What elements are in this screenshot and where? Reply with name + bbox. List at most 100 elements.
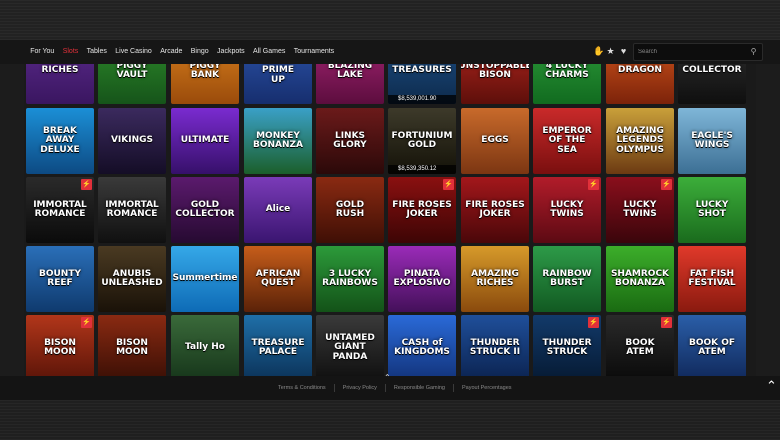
game-tile[interactable]: LUCKY TWINS ⚡ bbox=[606, 177, 674, 243]
main-nav: For You Slots Tables Live Casino Arcade Bingo… bbox=[26, 40, 338, 64]
game-tile[interactable]: THUNDER STRUCK II bbox=[461, 315, 529, 376]
game-tile[interactable]: EMPEROR OF THE SEA bbox=[533, 108, 601, 174]
game-tile[interactable]: FAT FISH FESTIVAL bbox=[678, 246, 746, 312]
nav-item-jackpots[interactable]: Jackpots bbox=[213, 40, 249, 64]
game-tile[interactable]: FIRE ROSES JOKER bbox=[461, 177, 529, 243]
game-tile[interactable]: IMMORTAL ROMANCE bbox=[98, 177, 166, 243]
game-title: 4 LUCKY CHARMS bbox=[545, 64, 589, 80]
game-title: BOUNTY REEF bbox=[38, 268, 81, 288]
footer: ⌃ Terms & Conditions Privacy Policy Respon… bbox=[0, 373, 780, 400]
game-tile[interactable]: RAINBOW BURST bbox=[533, 246, 601, 312]
game-tile[interactable]: TREASURES $8,539,001.90 bbox=[388, 64, 456, 104]
footer-link[interactable]: Privacy Policy bbox=[333, 384, 385, 392]
game-title: TREASURES bbox=[392, 65, 452, 76]
game-title: UNSTOPPABLE BISON bbox=[461, 64, 529, 80]
heart-icon[interactable]: ♥ bbox=[619, 45, 628, 57]
nav-item-live-casino[interactable]: Live Casino bbox=[111, 40, 156, 64]
game-title: THUNDER STRUCK II bbox=[469, 337, 521, 357]
game-tile[interactable]: PIGGY VAULT bbox=[98, 64, 166, 104]
game-title: AMAZING LEGENDS OLYMPUS bbox=[616, 125, 664, 155]
game-tile[interactable]: LUCKY SHOT bbox=[678, 177, 746, 243]
nav-item-arcade[interactable]: Arcade bbox=[156, 40, 187, 64]
game-title: FORTUNIUM GOLD bbox=[391, 130, 453, 150]
game-tile[interactable]: DRAGON bbox=[606, 64, 674, 104]
game-title: PINATA EXPLOSIVO bbox=[393, 268, 451, 288]
game-tile[interactable]: Tally Ho bbox=[171, 315, 239, 376]
game-title: MONKEY BONANZA bbox=[252, 130, 304, 150]
game-tile[interactable]: GOLD RUSH bbox=[316, 177, 384, 243]
game-title: UNTAMED GIANT PANDA bbox=[325, 332, 375, 362]
game-tile[interactable]: Summertime bbox=[171, 246, 239, 312]
game-title: IMMORTAL ROMANCE bbox=[33, 199, 87, 219]
nav-item-tables[interactable]: Tables bbox=[82, 40, 111, 64]
game-title: FIRE ROSES JOKER bbox=[465, 199, 525, 219]
game-tile[interactable]: AMAZING LEGENDS OLYMPUS bbox=[606, 108, 674, 174]
nav-item-bingo[interactable]: Bingo bbox=[187, 40, 213, 64]
collapse-chevron-icon[interactable]: ⌃ bbox=[384, 373, 391, 382]
game-tile[interactable]: VIKINGS bbox=[98, 108, 166, 174]
game-tile[interactable]: IMMORTAL ROMANCE ⚡ bbox=[26, 177, 94, 243]
game-tile[interactable]: UNSTOPPABLE BISON bbox=[461, 64, 529, 104]
footer-link[interactable]: Responsible Gaming bbox=[384, 384, 453, 392]
game-title: ANUBIS UNLEASHED bbox=[101, 268, 163, 288]
hand-icon[interactable]: ✋ bbox=[593, 45, 604, 57]
game-tile[interactable]: UNTAMED GIANT PANDA bbox=[316, 315, 384, 376]
game-title: BISON MOON bbox=[44, 337, 76, 357]
game-tile[interactable]: TREASURE PALACE bbox=[244, 315, 312, 376]
game-tile[interactable]: COLLECTOR bbox=[678, 64, 746, 104]
star-icon[interactable]: ★ bbox=[606, 45, 615, 57]
game-tile[interactable]: BISON MOON ⚡ bbox=[26, 315, 94, 376]
game-title: BISON MOON bbox=[116, 337, 148, 357]
game-tile[interactable]: THUNDER STRUCK ⚡ bbox=[533, 315, 601, 376]
game-tile[interactable]: BOUNTY REEF bbox=[26, 246, 94, 312]
game-title: WOLF PRIME UP bbox=[262, 64, 294, 85]
game-tile[interactable]: AFRICAN QUEST bbox=[244, 246, 312, 312]
footer-link[interactable]: Terms & Conditions bbox=[270, 384, 334, 392]
game-tile[interactable]: LUCKY TWINS ⚡ bbox=[533, 177, 601, 243]
scroll-top-chevron-icon[interactable]: ⌃ bbox=[766, 378, 777, 394]
game-title: Alice bbox=[265, 204, 291, 215]
game-title: SHAMROCK BONANZA bbox=[610, 268, 670, 288]
game-tile[interactable]: BLAZING LAKE bbox=[316, 64, 384, 104]
game-tile[interactable]: BREAK AWAY DELUXE bbox=[26, 108, 94, 174]
game-tile[interactable]: RICHES bbox=[26, 64, 94, 104]
game-tile[interactable]: 4 LUCKY CHARMS bbox=[533, 64, 601, 104]
game-tile[interactable]: ANUBIS UNLEASHED bbox=[98, 246, 166, 312]
search-box: ⚲ bbox=[633, 43, 763, 61]
game-tile[interactable]: SHAMROCK BONANZA bbox=[606, 246, 674, 312]
game-title: 3 LUCKY RAINBOWS bbox=[322, 268, 378, 288]
game-tile[interactable]: BOOK OF ATEM bbox=[678, 315, 746, 376]
game-tile[interactable]: ULTIMATE bbox=[171, 108, 239, 174]
nav-item-slots[interactable]: Slots bbox=[59, 40, 83, 64]
nav-item-for-you[interactable]: For You bbox=[26, 40, 59, 64]
game-title: LUCKY TWINS bbox=[550, 199, 584, 219]
footer-link[interactable]: Payout Percentages bbox=[452, 384, 520, 392]
game-tile[interactable]: CASH of KINGDOMS bbox=[388, 315, 456, 376]
game-tile[interactable]: BOOK ATEM ⚡ bbox=[606, 315, 674, 376]
game-tile[interactable]: 3 LUCKY RAINBOWS bbox=[316, 246, 384, 312]
search-input[interactable] bbox=[638, 44, 743, 60]
game-tile[interactable]: Alice bbox=[244, 177, 312, 243]
nav-item-tournaments[interactable]: Tournaments bbox=[290, 40, 339, 64]
game-tile[interactable]: PIGGY BANK bbox=[171, 64, 239, 104]
game-title: DRAGON bbox=[618, 65, 662, 76]
game-tile[interactable]: FIRE ROSES JOKER ⚡ bbox=[388, 177, 456, 243]
game-title: PIGGY BANK bbox=[189, 64, 221, 80]
game-tile[interactable]: EAGLE'S WINGS bbox=[678, 108, 746, 174]
game-title: EGGS bbox=[481, 135, 509, 146]
game-tile[interactable]: LINKS GLORY bbox=[316, 108, 384, 174]
game-title: Tally Ho bbox=[185, 342, 225, 353]
game-tile[interactable]: AMAZING RICHES bbox=[461, 246, 529, 312]
game-tile[interactable]: BISON MOON bbox=[98, 315, 166, 376]
search-icon[interactable]: ⚲ bbox=[748, 46, 759, 57]
game-tile[interactable]: MONKEY BONANZA bbox=[244, 108, 312, 174]
game-tile[interactable]: EGGS bbox=[461, 108, 529, 174]
game-title: BREAK AWAY DELUXE bbox=[40, 125, 80, 155]
nav-item-all-games[interactable]: All Games bbox=[249, 40, 290, 64]
game-tile[interactable]: GOLD COLLECTOR bbox=[171, 177, 239, 243]
game-tile[interactable]: WOLF PRIME UP bbox=[244, 64, 312, 104]
game-title: BLAZING LAKE bbox=[327, 64, 373, 80]
game-tile[interactable]: FORTUNIUM GOLD $8,539,350.12 bbox=[388, 108, 456, 174]
game-title: EAGLE'S WINGS bbox=[691, 130, 733, 150]
game-tile[interactable]: PINATA EXPLOSIVO bbox=[388, 246, 456, 312]
